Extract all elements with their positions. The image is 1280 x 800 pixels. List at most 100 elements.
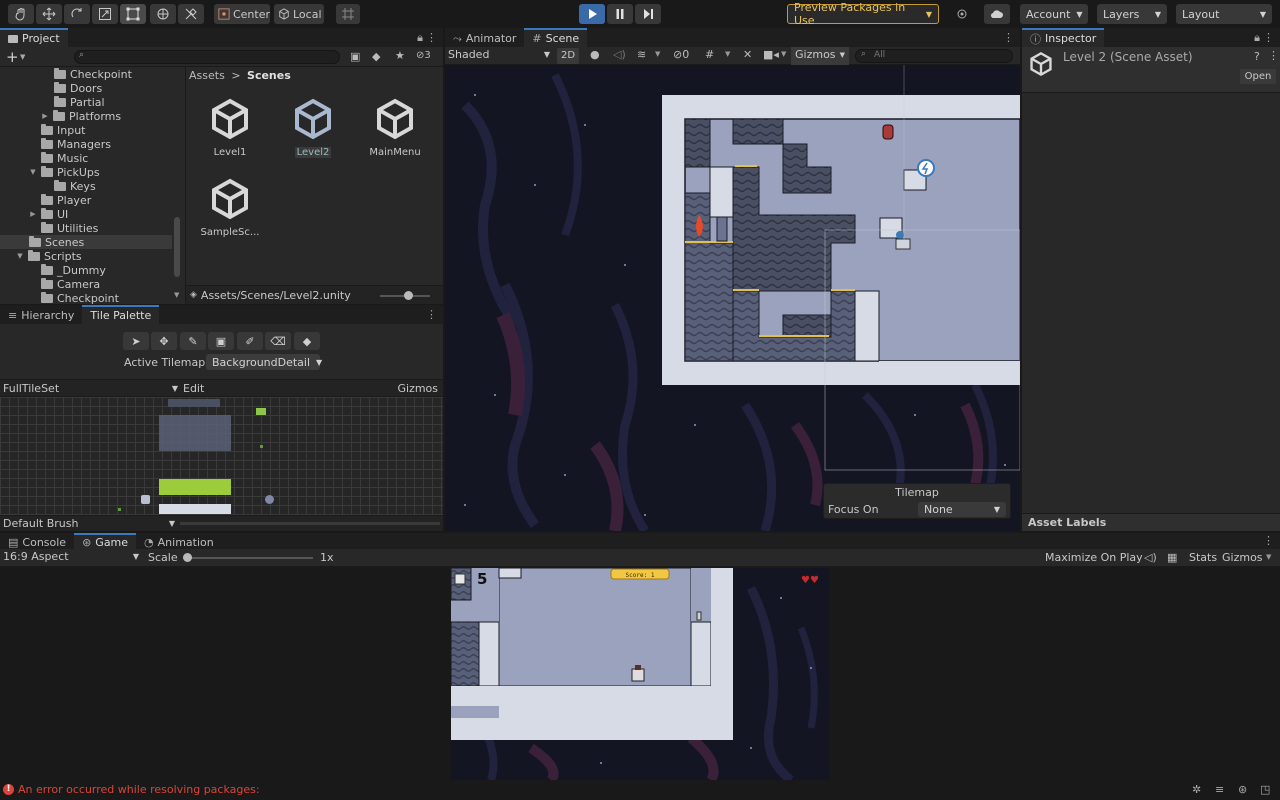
tile-dot[interactable]	[118, 508, 121, 511]
progress-icon[interactable]: ≡	[1215, 783, 1224, 796]
tile-light-platform[interactable]	[159, 504, 231, 514]
asset-level2[interactable]: Level2	[278, 97, 348, 158]
asset-mainmenu[interactable]: MainMenu	[360, 97, 430, 158]
tile-dot[interactable]	[260, 445, 263, 448]
lighting-icon[interactable]: ●	[590, 48, 600, 61]
tree-item-doors[interactable]: Doors	[54, 81, 102, 95]
eraser-button[interactable]: ⌫	[265, 332, 291, 350]
chevron-down-icon[interactable]: ▼	[781, 50, 786, 58]
filter-type-icon[interactable]: ▣	[350, 50, 360, 63]
lightning-gizmo-icon[interactable]	[917, 159, 935, 177]
tree-scrollbar[interactable]	[174, 217, 180, 277]
game-canvas[interactable]: Score: 1 5 ♥♥	[451, 568, 829, 780]
asset-samplescene[interactable]: SampleSc...	[195, 177, 265, 238]
pause-button[interactable]	[607, 4, 633, 24]
expand-arrow-icon[interactable]: ▶	[41, 112, 49, 120]
move-tool-button[interactable]	[36, 4, 62, 24]
cloud-button[interactable]	[984, 4, 1010, 24]
tree-item-utilities[interactable]: Utilities	[41, 221, 98, 235]
asset-labels-section[interactable]: Asset Labels	[1022, 513, 1280, 531]
kebab-menu-icon[interactable]: ⋮	[426, 31, 437, 44]
add-plus-icon[interactable]: +	[6, 48, 19, 66]
game-viewport[interactable]: Score: 1 5 ♥♥	[451, 568, 829, 780]
hidden-packages-toggle[interactable]: ⊘3	[416, 50, 431, 61]
brush-dropdown[interactable]: Default Brush ▼	[3, 517, 175, 530]
favorite-star-icon[interactable]: ★	[395, 49, 405, 62]
scene-search-input[interactable]: ⌕ All	[855, 49, 1013, 63]
effects-icon[interactable]: ≋	[637, 48, 646, 61]
services-button[interactable]	[950, 4, 974, 24]
tree-item-managers[interactable]: Managers	[41, 137, 111, 151]
player-gizmo[interactable]	[896, 231, 904, 239]
tree-item-checkpoint-2[interactable]: Checkpoint	[41, 291, 119, 304]
asset-level1[interactable]: Level1	[195, 97, 265, 158]
tree-item-pickups[interactable]: ▼ PickUps	[29, 165, 100, 179]
tree-item-music[interactable]: Music	[41, 151, 88, 165]
rect-tool-button[interactable]	[120, 4, 146, 24]
tree-item-camera[interactable]: Camera	[41, 277, 100, 291]
camera-icon[interactable]: ■◂	[763, 48, 779, 61]
brush-settings-splitter[interactable]	[180, 522, 440, 525]
scene-viewport[interactable]: Tilemap Focus On None ▼	[445, 65, 1020, 531]
door-object[interactable]	[882, 124, 894, 140]
slider-handle[interactable]	[183, 553, 192, 562]
layout-dropdown[interactable]: Layout ▼	[1176, 4, 1272, 24]
tree-item-dummy[interactable]: _Dummy	[41, 263, 106, 277]
stats-toggle[interactable]: Stats	[1189, 551, 1217, 564]
tile-block-wall[interactable]	[159, 415, 231, 451]
icon-size-slider[interactable]	[380, 291, 430, 300]
tile-row-small[interactable]	[168, 399, 220, 407]
scale-slider[interactable]	[183, 553, 313, 562]
space-local-toggle[interactable]: Local	[274, 4, 324, 24]
tile-orb[interactable]	[265, 495, 274, 504]
status-error-message[interactable]: An error occurred while resolving packag…	[18, 783, 260, 796]
preview-packages-dropdown[interactable]: Preview Packages in Use ▼	[787, 1, 939, 27]
audio-icon[interactable]: ◁)	[613, 48, 626, 61]
shading-mode-dropdown[interactable]: Shaded ▼	[448, 48, 550, 61]
tab-animator[interactable]: ⤳ Animator	[445, 28, 525, 47]
cache-icon[interactable]: ⊛	[1238, 783, 1247, 796]
toggle-2d-button[interactable]: 2D	[557, 48, 579, 64]
palette-tile-grid[interactable]	[0, 397, 443, 515]
lock-icon[interactable]: 🔒︎	[417, 31, 423, 45]
transform-tool-button[interactable]	[150, 4, 176, 24]
tab-scene[interactable]: # Scene	[524, 28, 588, 47]
aspect-dropdown[interactable]: 16:9 Aspect ▼	[3, 550, 139, 563]
tree-item-keys[interactable]: Keys	[54, 179, 96, 193]
open-button[interactable]: Open	[1240, 69, 1276, 84]
error-icon[interactable]: !	[3, 784, 14, 795]
select-tool-button[interactable]: ➤	[123, 332, 149, 350]
tree-item-scenes[interactable]: Scenes	[29, 235, 84, 249]
tab-tile-palette[interactable]: Tile Palette	[82, 305, 160, 324]
picker-button[interactable]: ✐	[237, 332, 263, 350]
collapse-arrow-icon[interactable]: ▼	[29, 168, 37, 176]
play-button[interactable]	[579, 4, 605, 24]
kebab-menu-icon[interactable]: ⋮	[426, 308, 437, 321]
account-dropdown[interactable]: Account ▼	[1020, 4, 1088, 24]
breadcrumb-assets[interactable]: Assets	[189, 69, 225, 82]
kebab-menu-icon[interactable]: ⋮	[1003, 31, 1014, 44]
rotate-tool-button[interactable]	[64, 4, 90, 24]
breadcrumb-scenes[interactable]: Scenes	[247, 69, 291, 82]
layers-dropdown[interactable]: Layers ▼	[1097, 4, 1167, 24]
chevron-down-icon[interactable]: ▼	[655, 50, 660, 58]
scroll-down-icon[interactable]: ▼	[174, 291, 179, 299]
tab-project[interactable]: Project	[0, 28, 68, 47]
gizmos-dropdown[interactable]: Gizmos ▼	[791, 47, 849, 65]
help-icon[interactable]: ?	[1254, 50, 1260, 63]
scene-visibility-toggle[interactable]: ⊘0	[673, 48, 689, 61]
palette-gizmos-button[interactable]: Gizmos	[397, 382, 438, 395]
debug-icon[interactable]: ✲	[1192, 783, 1201, 796]
tree-item-input[interactable]: Input	[41, 123, 85, 137]
grid-toggle-icon[interactable]: #	[705, 48, 714, 61]
box-fill-button[interactable]: ▣	[208, 332, 234, 350]
notifications-icon[interactable]: ◳	[1260, 783, 1270, 796]
slider-handle[interactable]	[404, 291, 413, 300]
tab-console[interactable]: ▤ Console	[0, 533, 75, 549]
tree-item-scripts[interactable]: ▼ Scripts	[16, 249, 82, 263]
tab-animation[interactable]: ◔ Animation	[136, 533, 222, 549]
pivot-center-toggle[interactable]: Center	[214, 4, 270, 24]
scene-canvas[interactable]	[445, 65, 1020, 531]
keyboard-icon[interactable]: ▦	[1167, 551, 1177, 564]
tile-green-platform[interactable]	[159, 479, 231, 495]
